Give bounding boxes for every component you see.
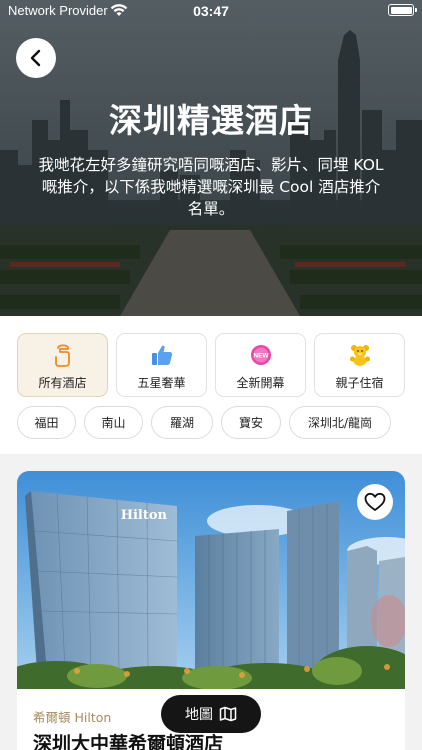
area-chip-luohu[interactable]: 羅湖 [151,406,213,439]
new-badge-icon: NEW [216,343,305,367]
category-new-opening[interactable]: NEW 全新開幕 [215,333,306,397]
category-label: 所有酒店 [38,376,87,390]
svg-text:NEW: NEW [253,353,269,360]
back-button[interactable] [16,38,56,78]
hotel-photo: Hilton [17,471,405,689]
area-chip-shenzhen-north-longgang[interactable]: 深圳北/龍崗 [289,406,391,439]
thumbs-up-icon [117,343,206,367]
category-all-hotels[interactable]: 所有酒店 [17,333,108,397]
battery-icon [388,4,417,16]
map-icon [219,706,237,722]
area-chip-baoan[interactable]: 寶安 [221,406,281,439]
teddy-bear-icon [315,343,404,367]
category-label: 五星奢華 [137,376,186,390]
category-label: 親子住宿 [335,376,384,390]
area-chip-futian[interactable]: 福田 [17,406,76,439]
building-sign: Hilton [121,508,168,523]
map-button[interactable]: 地圖 [161,695,261,733]
map-button-label: 地圖 [185,707,213,723]
page-title: 深圳精選酒店 [109,101,313,140]
chevron-left-icon [30,49,41,67]
hotel-icon [18,343,107,367]
area-chip-nanshan[interactable]: 南山 [84,406,143,439]
category-family[interactable]: 親子住宿 [314,333,405,397]
area-chip-label: 深圳北/龍崗 [307,416,373,430]
category-label: 全新開幕 [236,376,285,390]
heart-icon [364,492,386,511]
filter-panel: 所有酒店 五星奢華 NEW 全新開幕 親子住宿 福田 南山 羅湖 寶安 深圳北/… [0,316,422,454]
hotel-brand: 希爾頓 Hilton [33,710,112,725]
hero-banner: Network Provider 03:47 深圳精選酒店 我哋花左好多鐘研究唔… [0,0,422,316]
favorite-button[interactable] [357,484,393,520]
area-chip-label: 南山 [101,416,126,430]
area-chip-label: 寶安 [238,416,263,430]
status-time: 03:47 [193,3,229,19]
area-chip-label: 羅湖 [169,416,194,430]
status-bar: Network Provider 03:47 [0,0,422,22]
category-five-star[interactable]: 五星奢華 [116,333,207,397]
page-description: 我哋花左好多鐘研究唔同嘅酒店、影片、同埋 KOL 嘅推介，以下係我哋精選嘅深圳最… [38,156,384,218]
area-chip-label: 福田 [34,416,59,430]
